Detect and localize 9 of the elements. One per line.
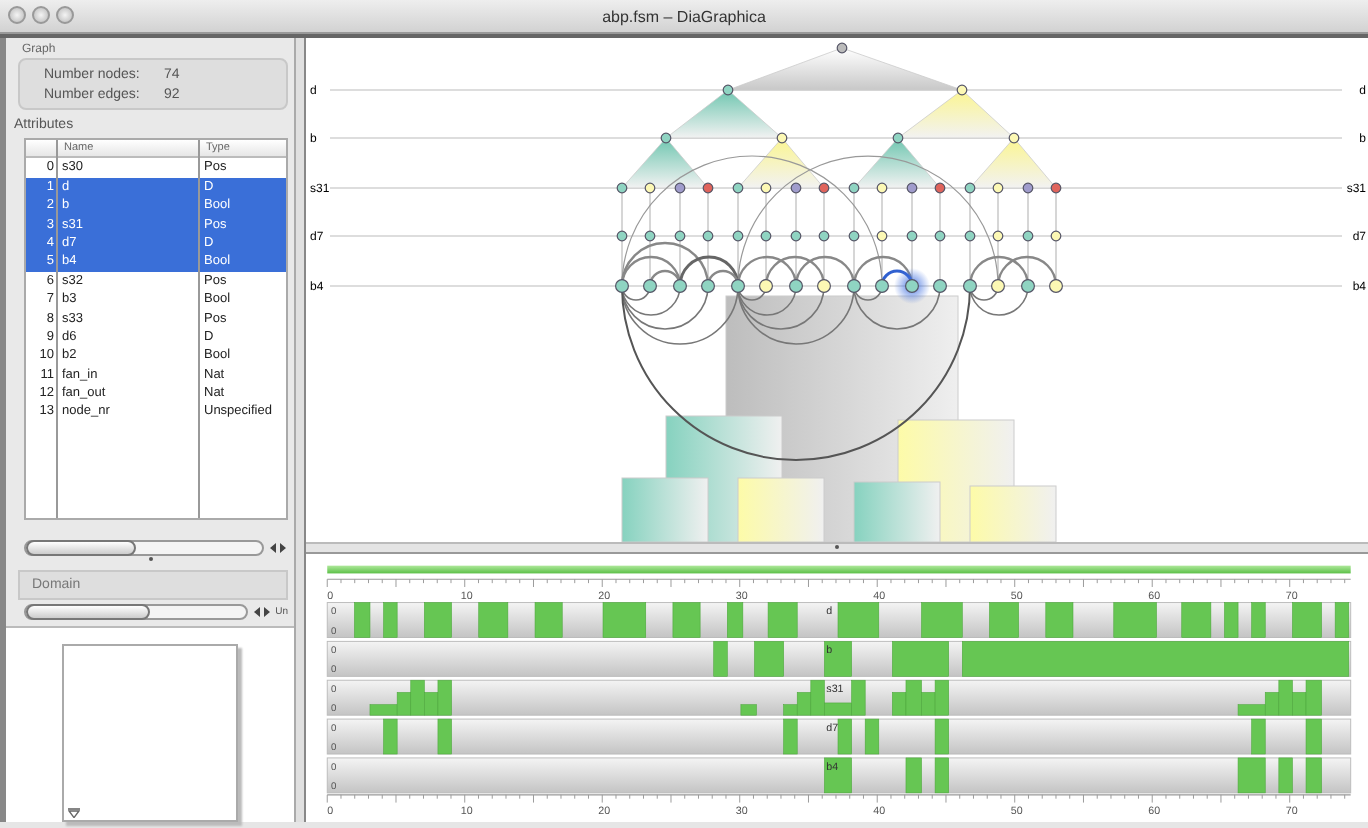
column-header[interactable] [26,140,58,159]
scroll-arrows-icon[interactable] [251,606,272,618]
dropdown-icon[interactable] [68,808,80,818]
horizontal-scrollbar[interactable] [24,604,248,620]
horizontal-scrollbar[interactable] [24,539,264,556]
window-title: abp.fsm – DiaGraphica [602,7,766,25]
splitter-handle-icon[interactable] [834,544,840,550]
splitter-handle-icon[interactable] [147,555,153,562]
scroll-arrows-icon[interactable] [268,541,288,554]
